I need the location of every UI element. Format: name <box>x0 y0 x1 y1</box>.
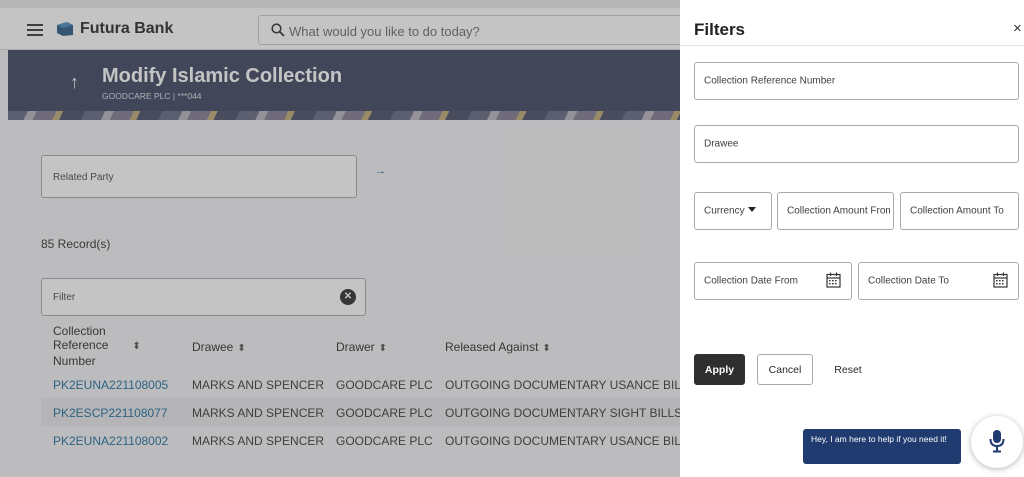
drawee-label: Drawee <box>704 138 739 150</box>
collection-reference-number-field[interactable]: Collection Reference Number <box>694 62 1019 100</box>
voice-assistant-button[interactable] <box>971 416 1023 468</box>
search-icon <box>271 23 285 37</box>
collection-reference-number-label: Collection Reference Number <box>704 75 836 87</box>
main-app: Futura Bank ↑ Modify Islamic Collection … <box>0 0 703 477</box>
filters-panel: Filters × Collection Reference Number Dr… <box>680 8 1024 477</box>
table-row: PK2EUNA221108005 MARKS AND SPENCER GOODC… <box>41 370 696 398</box>
collection-amount-to-label: Collection Amount To <box>910 205 1004 217</box>
clear-icon[interactable]: ✕ <box>340 289 356 305</box>
filter-placeholder: Filter <box>53 292 76 303</box>
microphone-icon <box>989 430 1005 453</box>
header-released-against[interactable]: Released Against ⬍ <box>445 340 551 354</box>
collection-date-from-label: Collection Date From <box>704 275 798 287</box>
cancel-button[interactable]: Cancel <box>757 354 813 385</box>
assistant-message[interactable]: Hey, I am here to help if you need it! <box>803 429 961 464</box>
collection-date-from-field[interactable]: Collection Date From <box>694 262 852 300</box>
page-banner: ↑ Modify Islamic Collection GOODCARE PLC… <box>8 50 680 120</box>
page-title: Modify Islamic Collection <box>102 65 343 87</box>
reset-button[interactable]: Reset <box>825 354 871 385</box>
header-collection-reference-number[interactable]: Collection Reference ⬍ Number <box>53 324 141 368</box>
collection-amount-to-field[interactable]: Collection Amount To <box>900 192 1019 230</box>
collection-amount-from-field[interactable]: Collection Amount From <box>777 192 894 230</box>
header-ref-line3: Number <box>53 354 96 368</box>
screen: Futura Bank ↑ Modify Islamic Collection … <box>0 0 1024 477</box>
hamburger-icon[interactable] <box>27 24 43 36</box>
table-row: PK2EUNA221108002 MARKS AND SPENCER GOODC… <box>41 426 696 454</box>
collections-table: Collection Reference ⬍ Number Drawee ⬍ Dra… <box>41 320 703 454</box>
header-drawee-label: Drawee <box>192 340 234 354</box>
search-input[interactable] <box>289 20 669 42</box>
filters-header: Filters × <box>680 8 1024 46</box>
filters-title: Filters <box>694 20 746 39</box>
header-ref-line1: Collection <box>53 324 106 338</box>
calendar-icon[interactable] <box>993 272 1008 288</box>
released-against-cell: OUTGOING DOCUMENTARY SIGHT BILLS NC <box>445 406 703 420</box>
table-row: PK2ESCP221108077 MARKS AND SPENCER GOODC… <box>41 398 703 426</box>
banner-decoration <box>8 111 680 120</box>
sort-icon[interactable]: ⬍ <box>542 343 550 354</box>
brand-name[interactable]: Futura Bank <box>80 20 173 38</box>
dropdown-caret-icon <box>748 207 756 212</box>
header-ref-line2: Reference <box>53 338 109 352</box>
currency-label: Currency <box>704 205 745 217</box>
released-against-cell: OUTGOING DOCUMENTARY USANCE BILLS <box>445 434 696 448</box>
top-strip <box>0 0 680 8</box>
collection-amount-from-label: Collection Amount From <box>787 205 890 217</box>
drawee-cell: MARKS AND SPENCER <box>192 406 325 420</box>
collection-ref-link[interactable]: PK2EUNA221108002 <box>53 434 168 448</box>
collection-date-to-field[interactable]: Collection Date To <box>858 262 1019 300</box>
collection-ref-link[interactable]: PK2EUNA221108005 <box>53 378 168 392</box>
sort-icon[interactable]: ⬍ <box>379 343 387 354</box>
top-bar: Futura Bank <box>0 8 688 50</box>
records-count: 85 Record(s) <box>41 237 111 251</box>
header-drawer[interactable]: Drawer ⬍ <box>336 340 387 354</box>
released-against-cell: OUTGOING DOCUMENTARY USANCE BILLS <box>445 378 696 392</box>
drawer-cell: GOODCARE PLC <box>336 406 433 420</box>
bank-logo-icon <box>57 22 73 36</box>
collection-ref-link[interactable]: PK2ESCP221108077 <box>53 406 168 420</box>
global-search[interactable] <box>258 15 688 45</box>
apply-button[interactable]: Apply <box>694 354 745 385</box>
sort-icon[interactable]: ⬍ <box>237 343 245 354</box>
drawer-cell: GOODCARE PLC <box>336 434 433 448</box>
sort-icon[interactable]: ⬍ <box>132 341 140 352</box>
drawer-cell: GOODCARE PLC <box>336 378 433 392</box>
table-filter-input[interactable]: Filter ✕ <box>41 278 366 316</box>
back-arrow-icon[interactable]: ↑ <box>70 72 79 93</box>
drawee-cell: MARKS AND SPENCER <box>192 434 325 448</box>
related-party-field[interactable]: Related Party <box>41 155 357 198</box>
calendar-icon[interactable] <box>826 272 841 288</box>
header-released-against-label: Released Against <box>445 340 539 354</box>
currency-dropdown[interactable]: Currency <box>694 192 772 230</box>
related-party-label: Related Party <box>53 172 114 183</box>
drawee-cell: MARKS AND SPENCER <box>192 378 325 392</box>
collection-date-to-label: Collection Date To <box>868 275 949 287</box>
page-subtitle: GOODCARE PLC | ***044 <box>102 91 202 101</box>
header-ref-line2-row: Reference ⬍ <box>53 338 141 354</box>
arrow-right-icon[interactable]: → <box>375 165 386 177</box>
header-drawer-label: Drawer <box>336 340 375 354</box>
close-icon[interactable]: × <box>1013 20 1022 37</box>
table-header: Collection Reference ⬍ Number Drawee ⬍ Dra… <box>41 320 681 370</box>
drawee-field[interactable]: Drawee <box>694 125 1019 163</box>
header-drawee[interactable]: Drawee ⬍ <box>192 340 246 354</box>
